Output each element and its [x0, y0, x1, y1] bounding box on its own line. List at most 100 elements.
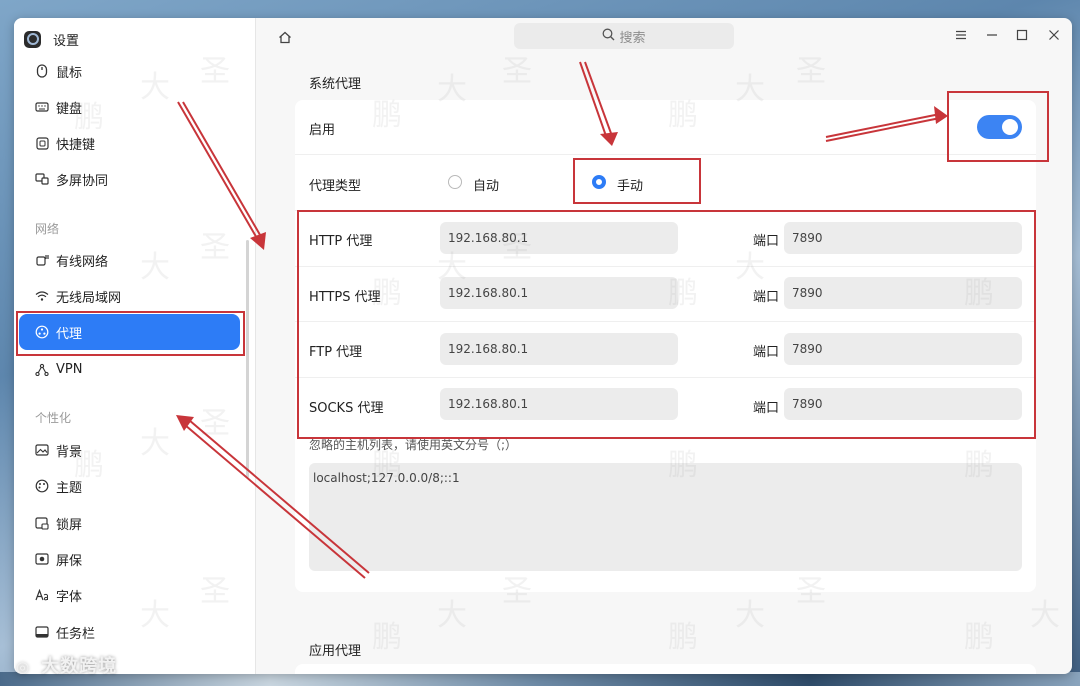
- close-button[interactable]: [1045, 26, 1063, 44]
- taskbar-icon: [35, 625, 49, 639]
- enable-toggle[interactable]: [977, 115, 1022, 139]
- proxy-icon: [35, 325, 49, 339]
- menu-button[interactable]: [952, 26, 970, 44]
- sidebar-item-proxy[interactable]: 代理: [19, 314, 240, 350]
- sidebar-item-background[interactable]: 背景: [19, 432, 240, 468]
- sidebar-item-label: 无线局域网: [56, 290, 122, 306]
- sidebar-item-screensaver[interactable]: 屏保: [19, 541, 240, 577]
- sidebar-item-wifi[interactable]: 无线局域网: [19, 278, 240, 314]
- home-button[interactable]: [276, 28, 294, 46]
- ignore-hosts-textarea[interactable]: localhost;127.0.0.0/8;::1: [309, 463, 1022, 571]
- background-icon: [35, 443, 49, 457]
- wifi-icon: [35, 289, 49, 303]
- divider: [295, 377, 1036, 378]
- http-proxy-label: HTTP 代理: [309, 234, 373, 249]
- https-proxy-label: HTTPS 代理: [309, 290, 381, 305]
- minimize-button[interactable]: [983, 26, 1001, 44]
- sidebar-item-label: 任务栏: [56, 626, 96, 642]
- https-port-input[interactable]: 7890: [784, 277, 1022, 309]
- footer-watermark: ◎ 大数跨境: [16, 652, 117, 678]
- sidebar-item-multiscreen[interactable]: 多屏协同: [19, 161, 240, 197]
- sidebar-item-label: 多屏协同: [56, 173, 109, 189]
- maximize-icon: [1016, 29, 1028, 41]
- app-title: 设置: [53, 33, 80, 49]
- radio-manual-label: 手动: [617, 179, 644, 194]
- multiscreen-icon: [35, 172, 49, 186]
- app-header: 设置: [24, 28, 79, 50]
- socks-port-label: 端口: [753, 401, 780, 416]
- shortcut-icon: [35, 136, 49, 150]
- section-title-app-proxy: 应用代理: [309, 644, 362, 659]
- settings-app-icon: [24, 30, 41, 48]
- divider: [295, 266, 1036, 267]
- sidebar: 设置 鼠标 键盘 快捷键 多屏协同 网络 有线网络 无线局域网 代理 VPN 个…: [14, 18, 256, 674]
- sidebar-scrollbar[interactable]: [246, 240, 249, 478]
- sidebar-divider: [255, 18, 256, 674]
- vpn-icon: [35, 362, 49, 376]
- wired-network-icon: [35, 253, 49, 267]
- radio-auto[interactable]: [448, 175, 462, 189]
- mouse-icon: [35, 64, 49, 78]
- http-port-label: 端口: [753, 234, 780, 249]
- sidebar-item-keyboard[interactable]: 键盘: [19, 89, 240, 125]
- sidebar-item-label: 主题: [56, 480, 83, 496]
- http-port-input[interactable]: 7890: [784, 222, 1022, 254]
- http-host-input[interactable]: 192.168.80.1: [440, 222, 678, 254]
- proxy-type-label: 代理类型: [309, 179, 362, 194]
- socks-proxy-label: SOCKS 代理: [309, 401, 384, 416]
- ignore-hosts-hint: 忽略的主机列表，请使用英文分号（;）: [309, 438, 518, 452]
- search-placeholder: 搜索: [619, 30, 646, 46]
- lockscreen-icon: [35, 516, 49, 530]
- search-icon: [602, 28, 615, 45]
- footer-watermark-text: 大数跨境: [41, 656, 118, 677]
- ftp-host-input[interactable]: 192.168.80.1: [440, 333, 678, 365]
- sidebar-item-theme[interactable]: 主题: [19, 468, 240, 504]
- socks-port-input[interactable]: 7890: [784, 388, 1022, 420]
- sidebar-item-font[interactable]: 字体: [19, 577, 240, 613]
- screensaver-icon: [35, 552, 49, 566]
- app-proxy-card: [295, 664, 1036, 674]
- sidebar-item-label: 背景: [56, 444, 83, 460]
- section-personalization: 个性化: [35, 411, 72, 425]
- sidebar-item-label: 快捷键: [56, 137, 96, 153]
- section-network: 网络: [35, 222, 60, 236]
- settings-window: 设置 鼠标 键盘 快捷键 多屏协同 网络 有线网络 无线局域网 代理 VPN 个…: [14, 18, 1072, 674]
- sidebar-item-label: 锁屏: [56, 517, 83, 533]
- sidebar-item-shortcuts[interactable]: 快捷键: [19, 125, 240, 161]
- radio-auto-label: 自动: [473, 179, 500, 194]
- sidebar-item-label: 键盘: [56, 101, 83, 117]
- close-icon: [1049, 30, 1059, 40]
- ftp-proxy-label: FTP 代理: [309, 345, 363, 360]
- divider: [295, 210, 1036, 211]
- ftp-port-label: 端口: [753, 345, 780, 360]
- sidebar-item-label: 屏保: [56, 553, 83, 569]
- weibo-icon: ◎: [16, 658, 31, 676]
- sidebar-item-vpn[interactable]: VPN: [19, 351, 240, 387]
- enable-label: 启用: [309, 123, 336, 138]
- socks-host-input[interactable]: 192.168.80.1: [440, 388, 678, 420]
- divider: [295, 321, 1036, 322]
- sidebar-item-lockscreen[interactable]: 锁屏: [19, 505, 240, 541]
- search-input[interactable]: 搜索: [514, 23, 734, 49]
- maximize-button[interactable]: [1013, 26, 1031, 44]
- https-port-label: 端口: [753, 290, 780, 305]
- sidebar-item-taskbar[interactable]: 任务栏: [19, 614, 240, 650]
- keyboard-icon: [35, 100, 49, 114]
- sidebar-item-label: 有线网络: [56, 254, 109, 270]
- sidebar-item-mouse[interactable]: 鼠标: [19, 53, 240, 89]
- sidebar-item-label: VPN: [56, 361, 83, 377]
- font-icon: [35, 588, 49, 602]
- menu-icon: [956, 30, 966, 40]
- sidebar-item-label: 字体: [56, 589, 83, 605]
- home-icon: [279, 31, 291, 43]
- radio-manual[interactable]: [592, 175, 606, 189]
- sidebar-item-label: 鼠标: [56, 65, 83, 81]
- https-host-input[interactable]: 192.168.80.1: [440, 277, 678, 309]
- sidebar-item-label: 代理: [56, 326, 83, 342]
- minimize-icon: [987, 34, 997, 36]
- theme-icon: [35, 479, 49, 493]
- ftp-port-input[interactable]: 7890: [784, 333, 1022, 365]
- desktop-wallpaper: [0, 672, 1080, 686]
- sidebar-item-wired[interactable]: 有线网络: [19, 242, 240, 278]
- section-title-system-proxy: 系统代理: [309, 77, 362, 92]
